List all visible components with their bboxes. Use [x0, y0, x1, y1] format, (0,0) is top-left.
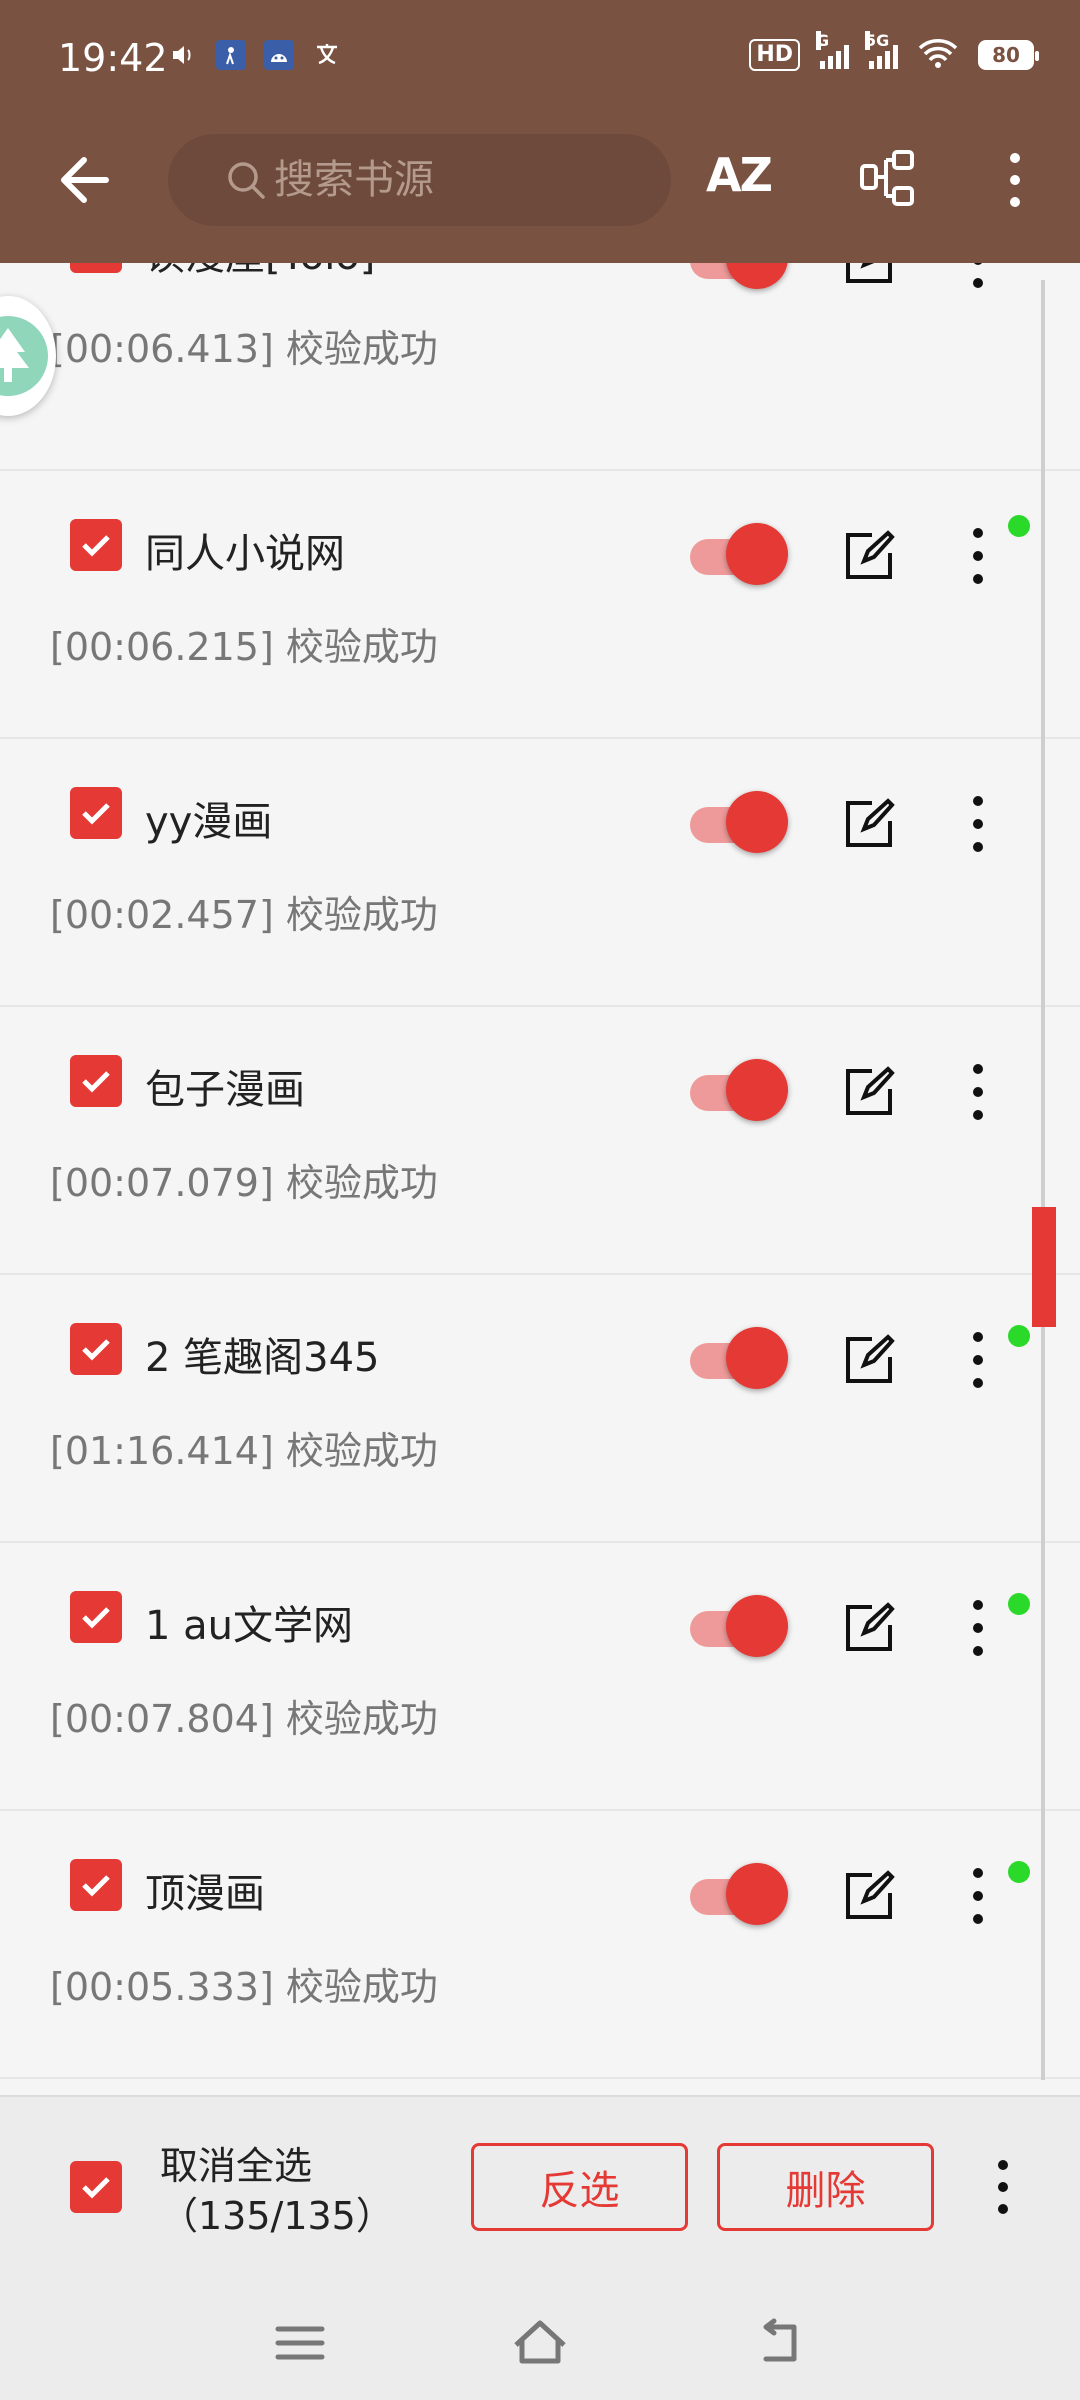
battery-indicator: 80 — [978, 40, 1039, 70]
sort-az-button[interactable]: AZ — [706, 148, 773, 202]
source-name: 顶漫画 — [145, 1871, 265, 1917]
checkbox[interactable] — [70, 1859, 122, 1911]
source-status: [01:16.414] 校验成功 — [50, 1429, 438, 1473]
checkbox[interactable] — [70, 1323, 122, 1375]
checkbox[interactable] — [70, 787, 122, 839]
search-box[interactable] — [168, 134, 671, 226]
checkbox[interactable] — [70, 1591, 122, 1643]
enable-switch[interactable] — [690, 1855, 790, 1935]
edit-icon[interactable] — [842, 1869, 896, 1923]
check-icon — [82, 2177, 110, 2199]
enable-switch[interactable] — [690, 1319, 790, 1399]
wifi-icon — [918, 38, 958, 72]
app-root: 19:42 HD G 5G 80 搜索书源 AZ [00:06.413] 校验成… — [0, 0, 1080, 2400]
bottom-action-bar: 取消全选 （135/135） 反选 删除 — [0, 2095, 1080, 2285]
status-indicator-dot — [1008, 1325, 1030, 1347]
back-button[interactable] — [50, 148, 120, 212]
select-all-checkbox[interactable] — [70, 2161, 122, 2213]
source-name: 包子漫画 — [145, 1067, 305, 1113]
list-item[interactable]: 2 笔趣阁345 [01:16.414] 校验成功 — [0, 1275, 1080, 1543]
item-more-icon[interactable] — [960, 1597, 996, 1659]
item-more-icon[interactable] — [960, 1061, 996, 1123]
tree-icon — [0, 328, 29, 382]
menu-icon[interactable] — [268, 2313, 332, 2373]
more-options-button[interactable] — [1000, 150, 1030, 210]
edit-icon[interactable] — [842, 797, 896, 851]
list-item[interactable]: yy漫画 [00:02.457] 校验成功 — [0, 739, 1080, 1007]
check-icon — [82, 535, 110, 557]
source-name: 1 au文学网 — [145, 1603, 354, 1649]
android-icon — [264, 40, 294, 70]
volume-icon — [168, 40, 198, 70]
source-status: [00:07.079] 校验成功 — [50, 1161, 438, 1205]
select-all-label[interactable]: 取消全选 （135/135） — [160, 2141, 394, 2241]
more-vert-icon — [1010, 153, 1020, 207]
app-bar: 19:42 HD G 5G 80 搜索书源 AZ — [0, 0, 1080, 263]
status-icons-left — [168, 40, 342, 70]
hd-badge: HD — [749, 39, 800, 71]
deselect-all-text: 取消全选 — [160, 2144, 313, 2188]
signal-5g-icon: 5G — [865, 31, 898, 69]
search-input[interactable] — [274, 157, 634, 203]
source-status: [00:06.413] 校验成功 — [50, 327, 438, 371]
list-item[interactable]: 顶漫画 [00:05.333] 校验成功 — [0, 1811, 1080, 2079]
home-icon[interactable] — [508, 2313, 572, 2373]
back-arrow-icon — [61, 157, 109, 203]
source-status: [00:02.457] 校验成功 — [50, 893, 438, 937]
item-more-icon[interactable] — [960, 1329, 996, 1391]
check-icon — [82, 1607, 110, 1629]
check-icon — [82, 1875, 110, 1897]
list-item[interactable]: 包子漫画 [00:07.079] 校验成功 — [0, 1007, 1080, 1275]
list-item[interactable]: 1 au文学网 [00:07.804] 校验成功 — [0, 1543, 1080, 1811]
enable-switch[interactable] — [690, 515, 790, 595]
selection-count: （135/135） — [160, 2194, 394, 2238]
item-more-icon[interactable] — [960, 1865, 996, 1927]
invert-selection-button[interactable]: 反选 — [471, 2143, 688, 2231]
status-time: 19:42 — [58, 36, 168, 80]
translate-icon — [312, 40, 342, 70]
signal-icon: G — [816, 31, 849, 69]
source-name: 同人小说网 — [145, 531, 345, 577]
checkbox[interactable] — [70, 1055, 122, 1107]
system-nav-bar — [0, 2285, 1080, 2400]
group-icon — [860, 150, 914, 206]
list-item[interactable]: 同人小说网 [00:06.215] 校验成功 — [0, 471, 1080, 739]
edit-icon[interactable] — [842, 1601, 896, 1655]
delete-button[interactable]: 删除 — [717, 2143, 934, 2231]
scrollbar-thumb[interactable] — [1032, 1207, 1056, 1327]
source-list: 读漫屋[Yolo] [00:06.413] 校验成功 同人小说网 [00:06.… — [0, 191, 1080, 2079]
source-name: yy漫画 — [145, 799, 273, 845]
status-indicator-dot — [1008, 515, 1030, 537]
status-icons-right: HD G 5G 80 — [749, 31, 1039, 72]
edit-icon[interactable] — [842, 1065, 896, 1119]
status-indicator-dot — [1008, 1861, 1030, 1883]
item-more-icon[interactable] — [960, 793, 996, 855]
enable-switch[interactable] — [690, 1587, 790, 1667]
check-icon — [82, 803, 110, 825]
source-status: [00:07.804] 校验成功 — [50, 1697, 438, 1741]
back-nav-icon[interactable] — [748, 2313, 812, 2373]
search-icon — [228, 162, 265, 199]
source-name: 2 笔趣阁345 — [145, 1335, 380, 1381]
edit-icon[interactable] — [842, 1333, 896, 1387]
source-status: [00:05.333] 校验成功 — [50, 1965, 438, 2009]
group-button[interactable] — [860, 150, 916, 206]
enable-switch[interactable] — [690, 783, 790, 863]
more-vert-icon[interactable] — [988, 2157, 1018, 2217]
scrollbar-track[interactable] — [1041, 280, 1045, 2080]
status-indicator-dot — [1008, 1593, 1030, 1615]
enable-switch[interactable] — [690, 1051, 790, 1131]
source-status: [00:06.215] 校验成功 — [50, 625, 438, 669]
checkbox[interactable] — [70, 519, 122, 571]
item-more-icon[interactable] — [960, 525, 996, 587]
check-icon — [82, 1071, 110, 1093]
app-notification-icon — [216, 40, 246, 70]
check-icon — [82, 1339, 110, 1361]
edit-icon[interactable] — [842, 529, 896, 583]
sort-az-icon: AZ — [706, 148, 773, 202]
